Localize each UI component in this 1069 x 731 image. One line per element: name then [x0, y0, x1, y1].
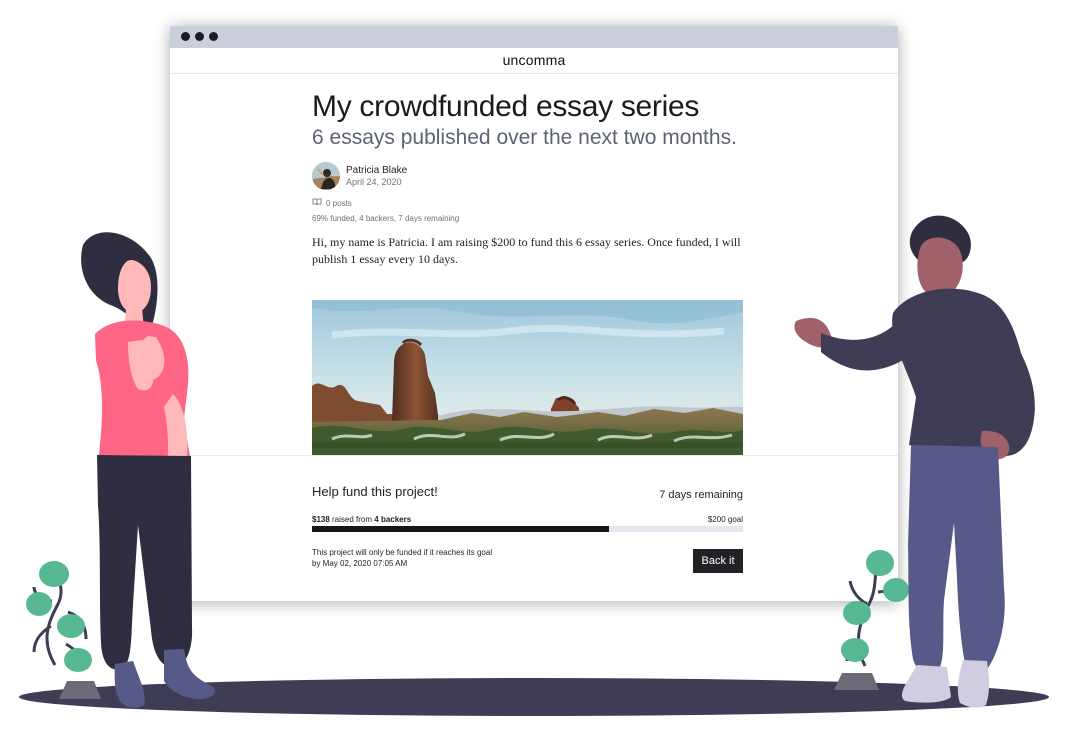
browser-window: uncomma My crowdfunded essay series 6 es… — [170, 26, 898, 601]
site-header: uncomma — [170, 48, 898, 74]
page-subtitle: 6 essays published over the next two mon… — [312, 126, 737, 149]
page-title: My crowdfunded essay series — [312, 90, 700, 123]
window-control-dot — [181, 32, 190, 41]
funding-heading: Help fund this project! — [312, 484, 438, 499]
left-plant — [26, 561, 101, 699]
window-control-dot — [209, 32, 218, 41]
author-name[interactable]: Patricia Blake — [346, 165, 407, 177]
funding-deadline-note: This project will only be funded if it r… — [312, 547, 572, 569]
days-remaining: 7 days remaining — [659, 489, 743, 501]
site-logo[interactable]: uncomma — [503, 52, 566, 68]
article-content: My crowdfunded essay series 6 essays pub… — [312, 89, 744, 280]
funding-summary: 69% funded, 4 backers, 7 days remaining — [312, 214, 460, 223]
desert-rock-photo — [312, 300, 743, 456]
author-meta: Patricia Blake April 24, 2020 — [346, 165, 407, 188]
raised-text: raised from — [329, 515, 375, 524]
backers-count: 4 backers — [374, 515, 412, 524]
funding-progress-bar — [312, 526, 743, 532]
raised-amount: $138 — [312, 515, 330, 524]
deadline-line-2: by May 02, 2020 07:05 AM — [312, 559, 408, 568]
author-byline: Patricia Blake April 24, 2020 — [312, 159, 744, 193]
ground-shadow — [19, 678, 1049, 716]
illustration-scene: uncomma My crowdfunded essay series 6 es… — [0, 0, 1069, 731]
avatar[interactable] — [312, 162, 340, 190]
window-control-dot — [195, 32, 204, 41]
posts-meta: 0 posts — [312, 198, 744, 210]
raised-summary: $138 raised from 4 backers — [312, 514, 411, 526]
posts-count: 0 posts — [326, 199, 352, 208]
deadline-line-1: This project will only be funded if it r… — [312, 548, 493, 557]
goal-amount: $200 goal — [707, 515, 743, 524]
intro-paragraph: Hi, my name is Patricia. I am raising $2… — [312, 235, 741, 266]
back-it-button[interactable]: Back it — [693, 549, 743, 573]
funding-panel: Help fund this project! 7 days remaining… — [170, 455, 898, 601]
book-icon — [312, 198, 322, 210]
funding-progress-fill — [312, 526, 610, 532]
browser-title-bar — [170, 26, 898, 48]
publish-date: April 24, 2020 — [346, 176, 402, 187]
